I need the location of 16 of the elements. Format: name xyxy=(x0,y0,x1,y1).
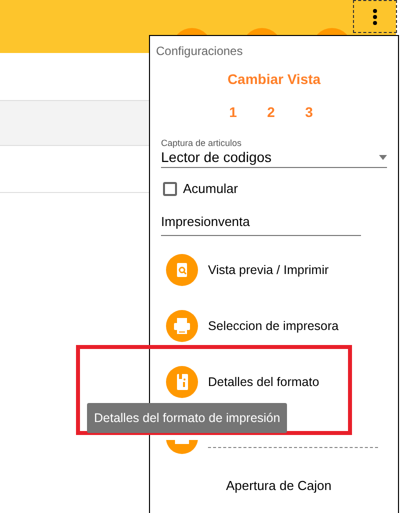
capture-select[interactable]: Captura de articulos Lector de codigos xyxy=(161,137,387,168)
document-search-icon xyxy=(166,254,198,286)
drawer-open-button[interactable]: Apertura de Cajon xyxy=(226,476,332,496)
more-options-button[interactable] xyxy=(353,0,397,33)
dropdown-caret-icon xyxy=(379,155,387,160)
more-vertical-icon xyxy=(373,8,377,24)
printer-icon xyxy=(166,310,198,342)
menu-action[interactable]: Seleccion de impresora xyxy=(208,316,339,336)
section-heading: Cambiar Vista xyxy=(226,70,322,89)
panel-title: Configuraciones xyxy=(156,43,244,60)
print-format-field[interactable]: Impresionventa xyxy=(161,212,361,236)
accumulate-checkbox[interactable]: Acumular xyxy=(163,179,238,198)
menu-action[interactable]: Detalles del formato xyxy=(208,372,320,392)
menu-action[interactable]: Vista previa / Imprimir xyxy=(208,260,329,280)
document-info-icon xyxy=(166,366,198,398)
tooltip: Detalles del formato de impresión xyxy=(87,403,288,433)
